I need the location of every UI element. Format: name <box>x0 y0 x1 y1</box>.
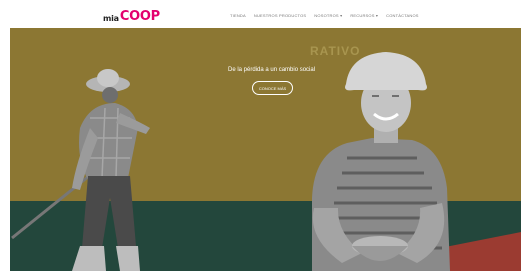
logo[interactable]: mia COOP <box>103 9 160 23</box>
site-header: mia COOP Tienda Nuestros productos Nosot… <box>0 0 531 28</box>
farmer-photo <box>11 69 150 271</box>
woman-photo <box>312 52 450 271</box>
main-nav: Tienda Nuestros productos Nosotros ▾ Rec… <box>230 13 419 18</box>
nav-item-nosotros[interactable]: Nosotros ▾ <box>314 13 342 18</box>
logo-prefix: mia <box>103 14 119 23</box>
nav-item-contacto[interactable]: Contáctanos <box>386 13 419 18</box>
hero-banner: RATIVO De la pérdida a un cambio social … <box>10 28 521 271</box>
nav-item-recursos[interactable]: Recursos ▾ <box>350 13 378 18</box>
nav-item-tienda[interactable]: Tienda <box>230 13 246 18</box>
hero-tagline: De la pérdida a un cambio social <box>228 67 316 73</box>
logo-brand: COOP <box>119 9 160 24</box>
hero-cta-button[interactable]: Conoce más <box>252 81 293 95</box>
nav-item-productos[interactable]: Nuestros productos <box>254 13 306 18</box>
